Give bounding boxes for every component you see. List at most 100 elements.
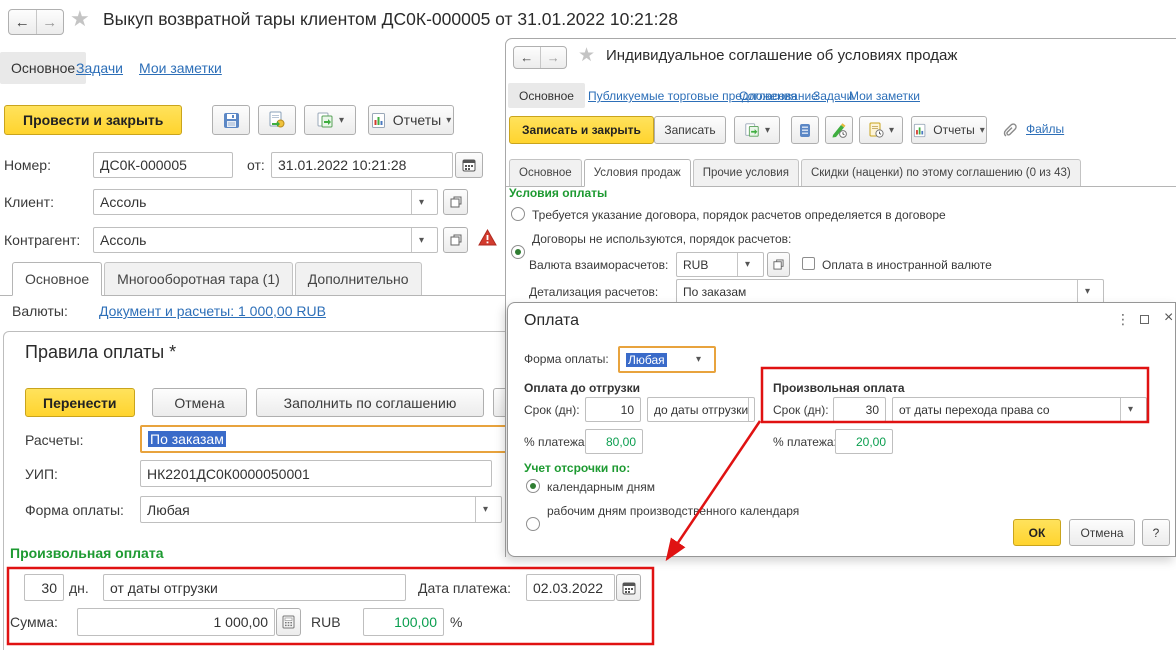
forward-icon[interactable]: → [540, 47, 567, 68]
client-field[interactable]: Ассоль ▾ [93, 189, 438, 215]
custom-term-field[interactable]: 30 [833, 397, 886, 422]
client-open-button[interactable] [443, 189, 468, 215]
nav-item-main[interactable]: Основное [508, 83, 585, 108]
radio-work-days-label: рабочим дням производственного календаря [547, 504, 799, 518]
save-button[interactable] [212, 105, 250, 135]
payment-date-calendar-button[interactable] [616, 574, 641, 601]
chevron-down-icon[interactable]: ▾ [475, 497, 495, 522]
currency-open-button[interactable] [767, 252, 790, 277]
back-icon[interactable]: ← [514, 47, 540, 68]
structure-button[interactable] [791, 116, 819, 144]
counterparty-field[interactable]: Ассоль ▾ [93, 227, 438, 253]
prepay-header: Оплата до отгрузки [524, 381, 640, 395]
approval-button[interactable] [825, 116, 853, 144]
payment-date-field[interactable]: 02.03.2022 [526, 574, 615, 601]
chevron-down-icon[interactable]: ▾ [411, 228, 431, 252]
foreign-currency-checkbox[interactable] [802, 257, 815, 270]
prepay-term-field[interactable]: 10 [585, 397, 641, 422]
schedule-button[interactable]: ▾ [859, 116, 903, 144]
counterparty-open-button[interactable] [443, 227, 468, 253]
date-calendar-button[interactable] [455, 152, 483, 178]
back-icon[interactable]: ← [9, 10, 36, 34]
maximize-icon[interactable] [1140, 315, 1149, 324]
create-based-on-button[interactable]: ▾ [304, 105, 356, 135]
nav-link-notes[interactable]: Мои заметки [849, 89, 920, 103]
currencies-link[interactable]: Документ и расчеты: 1 000,00 RUB [99, 303, 326, 319]
number-field[interactable]: ДС0К-000005 [93, 152, 233, 178]
ok-button[interactable]: ОК [1013, 519, 1061, 546]
forward-icon[interactable]: → [36, 10, 64, 34]
favorite-star-icon[interactable]: ★ [578, 44, 595, 67]
chevron-down-icon[interactable]: ▾ [1077, 280, 1097, 303]
chevron-down-icon[interactable]: ▾ [1120, 398, 1140, 421]
radio-no-contracts[interactable] [511, 245, 525, 259]
nav-link-notes[interactable]: Мои заметки [139, 60, 222, 76]
prepay-option-field[interactable]: до даты отгрузки ▾ [647, 397, 755, 422]
percent-field[interactable]: 100,00 [363, 608, 444, 636]
custom-option-field[interactable]: от даты перехода права со ▾ [892, 397, 1147, 422]
calendar-icon [462, 158, 476, 172]
uip-field[interactable]: НК2201ДС0К0000050001 [140, 460, 492, 487]
custom-percent-field[interactable]: 20,00 [835, 429, 893, 454]
chevron-down-icon[interactable]: ▾ [748, 398, 755, 421]
tab-other-terms[interactable]: Прочие условия [693, 159, 799, 186]
payment-form-field[interactable]: Любая ▾ [140, 496, 502, 523]
reports-button[interactable]: Отчеты ▾ [368, 105, 454, 135]
tab-discounts[interactable]: Скидки (наценки) по этому соглашению (0 … [801, 159, 1081, 186]
help-button[interactable]: ? [1142, 519, 1170, 546]
create-based-on-button[interactable]: ▾ [734, 116, 780, 144]
tab-main[interactable]: Основное [509, 159, 582, 186]
save-and-close-button[interactable]: Записать и закрыть [509, 116, 654, 144]
tab-returnable-tare[interactable]: Многооборотная тара (1) [104, 262, 293, 295]
number-label: Номер: [4, 157, 51, 173]
tab-additional[interactable]: Дополнительно [295, 262, 422, 295]
radio-contract-required-label: Требуется указание договора, порядок рас… [532, 208, 946, 222]
date-field[interactable]: 31.01.2022 10:21:28 [271, 152, 453, 178]
custom-term-label: Срок (дн): [773, 403, 829, 417]
warning-icon [478, 229, 497, 246]
days-field[interactable]: 30 [24, 574, 64, 601]
chevron-down-icon[interactable]: ▾ [737, 253, 757, 276]
nav-link-approval[interactable]: Согласование [739, 89, 818, 103]
schedule-option-field[interactable]: от даты отгрузки [103, 574, 406, 601]
chevron-down-icon[interactable]: ▾ [689, 348, 708, 371]
prepay-term-value: 10 [621, 403, 634, 417]
close-icon[interactable]: × [1164, 309, 1173, 327]
post-document-button[interactable] [258, 105, 296, 135]
nav-item-main[interactable]: Основное [0, 52, 86, 84]
post-and-close-button[interactable]: Провести и закрыть [4, 105, 182, 135]
menu-dots-icon[interactable]: ⋮ [1116, 311, 1130, 328]
files-link[interactable]: Файлы [1026, 122, 1064, 136]
radio-calendar-days[interactable] [526, 479, 540, 493]
radio-work-days[interactable] [526, 517, 540, 531]
calculations-field[interactable]: По заказам [140, 425, 510, 453]
tab-main[interactable]: Основное [12, 262, 102, 296]
sum-calculator-button[interactable] [276, 608, 301, 636]
create-based-on-icon [316, 111, 334, 129]
nav-link-tasks[interactable]: Задачи [76, 60, 123, 76]
transfer-button[interactable]: Перенести [25, 388, 135, 417]
prepay-percent-field[interactable]: 80,00 [585, 429, 643, 454]
reports-button[interactable]: Отчеты ▾ [911, 116, 987, 144]
sum-field[interactable]: 1 000,00 [77, 608, 275, 636]
list-icon [798, 123, 812, 138]
tab-sales-terms[interactable]: Условия продаж [584, 159, 691, 187]
save-button[interactable]: Записать [654, 116, 726, 144]
favorite-star-icon[interactable]: ★ [70, 6, 90, 32]
radio-contract-required[interactable] [511, 207, 525, 221]
prepay-percent-label: % платежа: [524, 435, 588, 449]
settlement-detail-field[interactable]: По заказам ▾ [676, 279, 1104, 304]
chevron-down-icon[interactable]: ▾ [411, 190, 431, 214]
fill-by-agreement-button[interactable]: Заполнить по соглашению [256, 388, 484, 417]
settlement-currency-field[interactable]: RUB ▾ [676, 252, 764, 277]
nav-link-tasks[interactable]: Задачи [813, 89, 853, 103]
cancel-button[interactable]: Отмена [1069, 519, 1135, 546]
payment-form-value: Любая [147, 502, 190, 518]
payment-form-field[interactable]: Любая ▾ [618, 346, 716, 373]
cancel-button[interactable]: Отмена [152, 388, 247, 417]
settlement-currency-value: RUB [683, 258, 708, 272]
chevron-down-icon: ▾ [446, 115, 451, 126]
days-value: 30 [41, 580, 57, 596]
paperclip-icon[interactable] [997, 119, 1021, 141]
history-nav-group: ← → [8, 9, 64, 35]
